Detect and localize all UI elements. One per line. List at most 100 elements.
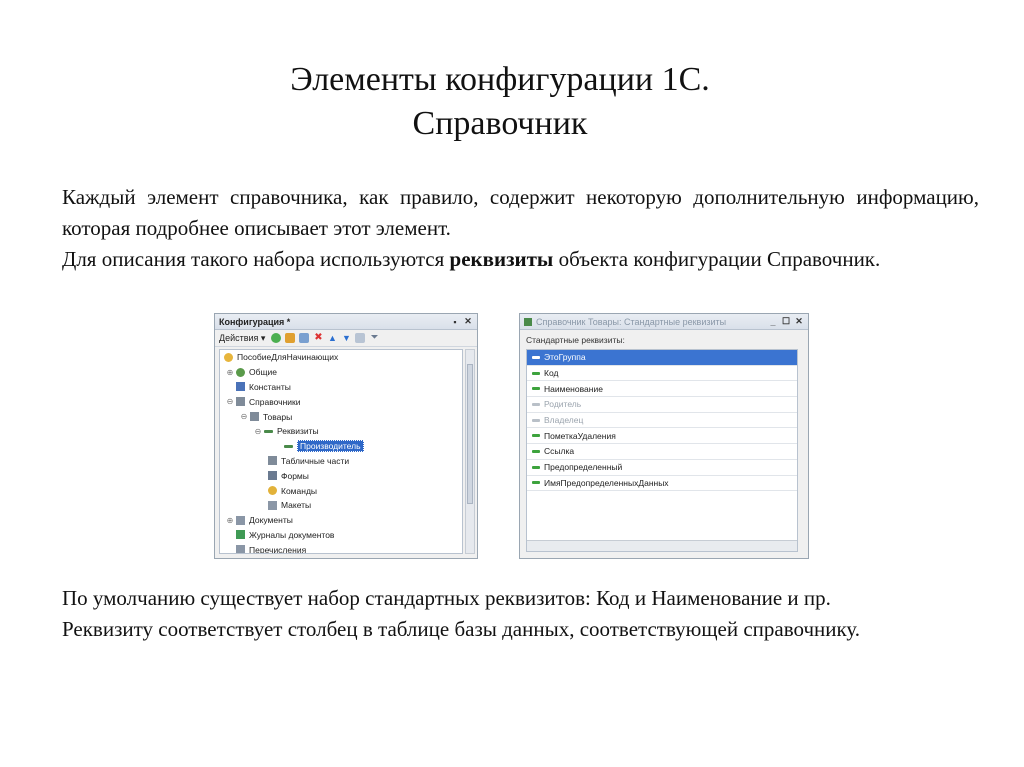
list-item[interactable]: Ссылка xyxy=(527,444,797,460)
move-down-icon[interactable]: ▼ xyxy=(341,333,351,343)
intro-text-2: Для описания такого набора используются … xyxy=(62,244,979,275)
list-item[interactable]: Код xyxy=(527,366,797,382)
configuration-title: Конфигурация * xyxy=(219,316,291,327)
minimize-icon[interactable]: _ xyxy=(768,317,778,327)
slide-title: Элементы конфигурации 1С. Справочник xyxy=(0,58,1000,146)
move-up-icon[interactable]: ▲ xyxy=(327,333,337,343)
expand-icon[interactable]: ⊕ xyxy=(226,368,234,377)
standard-attributes-label: Стандартные реквизиты: xyxy=(526,335,625,345)
list-item[interactable]: Наименование xyxy=(527,381,797,398)
configuration-window: Конфигурация * ▪ ✕ Действия ▾ ✖ ▲ ▼ ⏷ По… xyxy=(214,313,478,559)
catalogs-icon xyxy=(236,397,245,407)
tree-item-documents[interactable]: ⊕ Документы xyxy=(220,513,462,528)
catalog-icon xyxy=(250,412,259,422)
tree-item-commands[interactable]: Команды xyxy=(220,483,462,498)
tree-label: Документы xyxy=(249,515,293,526)
attribute-icon xyxy=(532,481,540,485)
tree-item-table-parts[interactable]: Табличные части xyxy=(220,454,462,469)
constants-icon xyxy=(236,382,245,392)
filter-icon[interactable]: ⏷ xyxy=(369,333,379,343)
list-item[interactable]: Родитель xyxy=(527,397,797,413)
tree-item-catalogs[interactable]: ⊖ Справочники xyxy=(220,394,462,409)
tree-item-templates[interactable]: Макеты xyxy=(220,498,462,513)
list-item-label: Ссылка xyxy=(544,446,575,457)
tree-label: Макеты xyxy=(281,500,312,511)
collapse-icon[interactable]: ⊖ xyxy=(240,412,248,421)
sort-icon[interactable] xyxy=(355,333,366,343)
documents-icon xyxy=(236,515,245,525)
attribute-icon xyxy=(532,418,540,422)
list-item-label: Код xyxy=(544,368,559,379)
attribute-icon xyxy=(532,402,540,406)
close-icon[interactable]: ✕ xyxy=(463,316,473,327)
scrollbar-thumb[interactable] xyxy=(467,364,473,504)
tree-label: Реквизиты xyxy=(277,426,319,437)
list-item[interactable]: Предопределенный xyxy=(527,460,797,476)
actions-menu[interactable]: Действия ▾ xyxy=(219,333,265,344)
list-item-label: ПометкаУдаления xyxy=(544,430,616,441)
tree-item-manufacturer[interactable]: Производитель xyxy=(220,439,462,454)
forms-icon xyxy=(268,471,277,481)
commands-icon xyxy=(268,486,277,496)
tree-item-goods[interactable]: ⊖ Товары xyxy=(220,409,462,424)
enums-icon xyxy=(236,545,245,553)
journals-icon xyxy=(236,530,245,540)
tree-label: Табличные части xyxy=(281,455,350,466)
close-icon[interactable]: ✕ xyxy=(794,316,804,327)
tree-item-enums[interactable]: Перечисления xyxy=(220,542,462,554)
outro-paragraph: По умолчанию существует набор стандартны… xyxy=(62,583,979,645)
attributes-icon xyxy=(264,429,273,433)
list-item-label: ЭтоГруппа xyxy=(544,352,586,363)
attribute-icon xyxy=(532,449,540,453)
delete-icon[interactable]: ✖ xyxy=(313,333,323,343)
tree-label-selected: Производитель xyxy=(297,440,364,453)
tree-label: ПособиеДляНачинающих xyxy=(237,352,339,363)
configuration-titlebar: Конфигурация * ▪ ✕ xyxy=(215,314,477,330)
intro-text-2a: Для описания такого набора используются xyxy=(62,247,450,271)
standard-attributes-window: Справочник Товары: Стандартные реквизиты… xyxy=(519,313,809,559)
tree-scrollbar[interactable] xyxy=(465,349,475,554)
list-item[interactable]: Владелец xyxy=(527,413,797,429)
tree-label: Формы xyxy=(281,470,309,481)
list-item-label: Предопределенный xyxy=(544,462,623,473)
slide-title-line1: Элементы конфигурации 1С. xyxy=(290,61,710,98)
configuration-tree: ПособиеДляНачинающих ⊕ Общие Константы ⊖ С… xyxy=(219,349,463,554)
tree-item-constants[interactable]: Константы xyxy=(220,380,462,395)
collapse-icon[interactable]: ⊖ xyxy=(254,427,262,436)
tree-item-attributes[interactable]: ⊖ Реквизиты xyxy=(220,424,462,439)
list-item-label: Родитель xyxy=(544,399,582,410)
collapse-icon[interactable]: ⊖ xyxy=(226,397,234,406)
list-item-selected[interactable]: ЭтоГруппа xyxy=(527,350,797,366)
configuration-toolbar: Действия ▾ ✖ ▲ ▼ ⏷ xyxy=(215,330,477,347)
standard-attributes-title: Справочник Товары: Стандартные реквизиты xyxy=(536,316,727,327)
tree-label: Справочники xyxy=(249,396,301,407)
tree-label: Перечисления xyxy=(249,544,307,554)
tree-item-journals[interactable]: Журналы документов xyxy=(220,528,462,543)
list-item[interactable]: ИмяПредопределенныхДанных xyxy=(527,476,797,492)
edit-icon[interactable] xyxy=(285,333,296,343)
tree-item-forms[interactable]: Формы xyxy=(220,468,462,483)
attribute-icon xyxy=(532,371,540,375)
attribute-icon xyxy=(532,465,540,469)
list-item[interactable]: ПометкаУдаления xyxy=(527,428,797,445)
attribute-icon xyxy=(532,434,540,438)
intro-text-1: Каждый элемент справочника, как правило,… xyxy=(62,185,979,240)
standard-attributes-list: ЭтоГруппа Код Наименование Родитель Влад… xyxy=(526,349,798,552)
tree-item-common[interactable]: ⊕ Общие xyxy=(220,365,462,380)
pin-icon[interactable]: ▪ xyxy=(450,317,460,327)
horizontal-scrollbar[interactable] xyxy=(527,540,797,551)
window-icon xyxy=(524,317,532,326)
maximize-icon[interactable]: ☐ xyxy=(781,316,791,327)
slide-title-line2: Справочник xyxy=(412,105,588,142)
list-item-label: Владелец xyxy=(544,415,584,426)
keyword-rekvizity: реквизиты xyxy=(449,247,554,271)
attribute-icon xyxy=(284,444,293,448)
expand-icon[interactable]: ⊕ xyxy=(226,516,234,525)
attribute-icon xyxy=(532,355,540,359)
tree-label: Общие xyxy=(249,367,277,378)
copy-icon[interactable] xyxy=(299,333,310,343)
intro-text-2b: объекта конфигурации Справочник. xyxy=(553,247,881,271)
tree-item-root[interactable]: ПособиеДляНачинающих xyxy=(220,350,462,365)
add-icon[interactable] xyxy=(271,333,282,343)
templates-icon xyxy=(268,500,277,510)
